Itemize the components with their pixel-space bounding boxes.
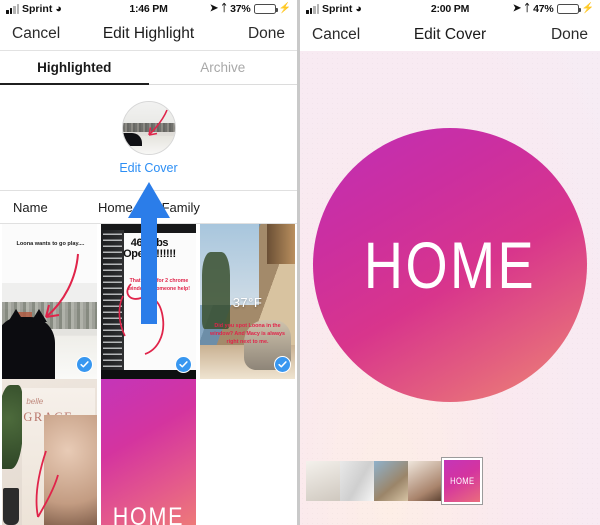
right-phone-screen: Sprint ◕ 2:00 PM ➤ ᛏ 47% ⚡ Cancel Edit C… — [300, 0, 600, 525]
story-1-selected-badge[interactable] — [76, 356, 93, 373]
left-navbar: Cancel Edit Highlight Done — [0, 18, 297, 51]
story-cell-3[interactable]: 37°F Did you spot Loona in the window? A… — [198, 224, 297, 379]
story-cell-2[interactable]: 46 Tabs Open!!!!!!!! That's just for 2 c… — [99, 224, 198, 379]
story-2-headline: 46 Tabs Open!!!!!!!! — [123, 236, 176, 261]
cover-filmstrip: HOME — [306, 457, 483, 505]
story-cell-5[interactable]: HOME — [99, 379, 198, 525]
filmstrip-thumb-home[interactable]: HOME — [441, 457, 483, 505]
story-cell-1[interactable]: Loona wants to go play.... — [0, 224, 99, 379]
edit-cover-link[interactable]: Edit Cover — [119, 161, 177, 175]
bluetooth-icon: ᛏ — [221, 3, 228, 14]
left-phone-screen: Sprint ◕ 1:46 PM ➤ ᛏ 37% ⚡ Cancel Edit H… — [0, 0, 297, 525]
name-row[interactable]: Name Home and Family — [0, 191, 297, 224]
story-2-selected-badge[interactable] — [175, 356, 192, 373]
right-navbar: Cancel Edit Cover Done — [300, 18, 600, 51]
filmstrip-thumb-home-label: HOME — [449, 476, 475, 486]
tab-highlighted[interactable]: Highlighted — [0, 51, 149, 85]
story-5-label: HOME — [112, 503, 185, 525]
left-navbar-wrapper: Cancel Edit Highlight Done — [0, 18, 297, 51]
tab-archive-label: Archive — [200, 60, 246, 75]
tab-bar: Highlighted Archive — [0, 51, 297, 85]
left-status-bar: Sprint ◕ 1:46 PM ➤ ᛏ 37% ⚡ — [0, 0, 297, 18]
status-right-group-right: ➤ ᛏ 47% ⚡ — [513, 3, 594, 15]
cover-preview-stage: HOME HOME — [300, 51, 600, 525]
story-4-title-line1: belle — [26, 397, 44, 407]
filmstrip-thumb-2[interactable] — [340, 461, 374, 501]
battery-icon — [556, 4, 581, 14]
tab-highlighted-label: Highlighted — [37, 60, 112, 75]
tab-archive[interactable]: Archive — [149, 51, 298, 84]
status-right-group: ➤ ᛏ 37% ⚡ — [210, 3, 291, 15]
done-button[interactable]: Done — [551, 26, 588, 44]
filmstrip-thumb-3[interactable] — [374, 461, 408, 501]
story-cell-6[interactable] — [198, 379, 297, 525]
bluetooth-icon: ᛏ — [524, 3, 531, 14]
location-arrow-icon: ➤ — [209, 3, 219, 14]
battery-percent-label: 47% — [533, 3, 554, 15]
right-navbar-wrapper: Cancel Edit Cover Done — [300, 18, 600, 51]
story-3-note: Did you spot Loona in the window? And Ma… — [210, 322, 285, 346]
battery-icon — [253, 4, 278, 14]
story-1-caption: Loona wants to go play.... — [16, 241, 85, 248]
charging-bolt-icon: ⚡ — [581, 3, 594, 14]
story-4-image: belle GRACE — [2, 379, 97, 525]
name-row-value: Home and Family — [98, 199, 200, 215]
done-button[interactable]: Done — [248, 25, 285, 43]
location-arrow-icon: ➤ — [512, 3, 522, 14]
avatar-red-annotation-icon — [147, 109, 168, 136]
battery-percent-label: 37% — [230, 3, 251, 15]
cover-chooser-block: Edit Cover — [0, 85, 297, 191]
filmstrip-thumb-4[interactable] — [408, 461, 442, 501]
cancel-button[interactable]: Cancel — [312, 26, 360, 44]
story-5-image: HOME — [101, 379, 196, 525]
cover-thumbnail-avatar[interactable] — [121, 100, 176, 155]
story-3-selected-badge[interactable] — [274, 356, 291, 373]
screenshot-root: Sprint ◕ 1:46 PM ➤ ᛏ 37% ⚡ Cancel Edit H… — [0, 0, 600, 525]
charging-bolt-icon: ⚡ — [278, 3, 291, 14]
name-row-key: Name — [13, 199, 48, 215]
filmstrip-thumb-1[interactable] — [306, 461, 340, 501]
cover-preview-label: HOME — [363, 228, 537, 302]
story-cell-4[interactable]: belle GRACE — [0, 379, 99, 525]
right-status-bar: Sprint ◕ 2:00 PM ➤ ᛏ 47% ⚡ — [300, 0, 600, 18]
story-2-note: That's just for 2 chrome windows. Someon… — [127, 278, 190, 292]
story-grid: Loona wants to go play.... 46 Tabs Open!… — [0, 224, 297, 525]
cover-preview-circle[interactable]: HOME — [313, 128, 587, 402]
cancel-button[interactable]: Cancel — [12, 25, 60, 43]
story-3-temperature: 37°F — [232, 295, 263, 311]
